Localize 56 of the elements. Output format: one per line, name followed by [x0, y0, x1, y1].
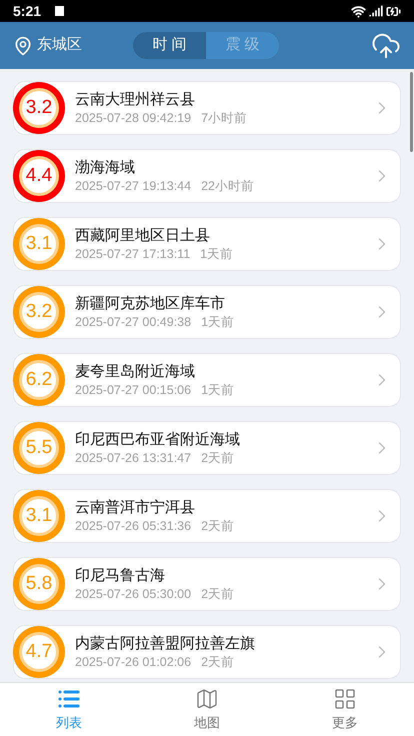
wifi-icon	[351, 4, 366, 18]
nav-tab[interactable]: 更多	[276, 683, 414, 736]
quake-time: 2025-07-26 13:31:47	[75, 450, 192, 466]
magnitude-value: 5.5	[26, 436, 52, 460]
quake-time: 2025-07-27 19:13:44	[75, 178, 192, 194]
magnitude-value: 4.7	[26, 640, 52, 664]
clock: 5:21	[13, 2, 42, 20]
quake-time: 2025-07-27 00:15:06	[75, 382, 192, 398]
map-icon	[195, 686, 219, 711]
time-ago: 1天前	[201, 314, 234, 330]
sort-tab[interactable]: 时 间	[133, 32, 206, 59]
magnitude-value: 3.2	[26, 300, 52, 324]
earthquake-card[interactable]: 6.2 麦夸里岛附近海域 2025-07-27 00:15:06 1天前	[13, 353, 401, 407]
grid-icon	[333, 686, 357, 711]
quake-time: 2025-07-26 01:02:06	[75, 654, 192, 670]
time-ago: 1天前	[200, 246, 234, 262]
quake-time: 2025-07-27 17:13:11	[75, 246, 190, 262]
place-name: 麦夸里岛附近海域	[75, 362, 196, 382]
magnitude-value: 3.2	[26, 96, 52, 120]
quake-time: 2025-07-28 09:42:19	[75, 110, 192, 126]
magnitude-value: 3.1	[26, 504, 52, 528]
earthquake-card[interactable]: 3.2 新疆阿克苏地区库车市 2025-07-27 00:49:38 1天前	[13, 285, 401, 339]
quake-time: 2025-07-26 05:31:36	[75, 518, 192, 534]
place-name: 西藏阿里地区日土县	[75, 226, 211, 246]
place-name: 印尼马鲁古海	[75, 566, 166, 586]
time-ago: 22小时前	[201, 178, 254, 194]
quake-time: 2025-07-27 00:49:38	[75, 314, 192, 330]
location-pin-icon	[13, 36, 33, 56]
earthquake-card[interactable]: 4.4 渤海海域 2025-07-27 19:13:44 22小时前	[13, 149, 401, 203]
time-ago: 2天前	[201, 654, 234, 670]
magnitude-value: 3.1	[26, 232, 52, 256]
place-name: 云南大理州祥云县	[75, 90, 196, 110]
magnitude-value: 6.2	[26, 368, 52, 392]
place-name: 渤海海域	[75, 158, 136, 178]
time-ago: 2天前	[201, 450, 234, 466]
signal-icon	[369, 4, 383, 18]
earthquake-card[interactable]: 4.7 内蒙古阿拉善盟阿拉善左旗 2025-07-26 01:02:06 2天前	[13, 625, 401, 679]
place-name: 云南普洱市宁洱县	[75, 498, 196, 518]
place-name: 内蒙古阿拉善盟阿拉善左旗	[75, 634, 255, 654]
time-ago: 7小时前	[201, 110, 248, 126]
location-button[interactable]: 东城区	[13, 34, 133, 57]
earthquake-card[interactable]: 3.1 云南普洱市宁洱县 2025-07-26 05:31:36 2天前	[13, 489, 401, 543]
time-ago: 2天前	[201, 586, 234, 602]
quake-time: 2025-07-26 05:30:00	[75, 586, 192, 602]
earthquake-card[interactable]: 5.8 印尼马鲁古海 2025-07-26 05:30:00 2天前	[13, 557, 401, 611]
magnitude-value: 5.8	[26, 572, 52, 596]
earthquake-card[interactable]: 5.5 印尼西巴布亚省附近海域 2025-07-26 13:31:47 2天前	[13, 421, 401, 475]
time-ago: 2天前	[201, 518, 234, 534]
place-name: 印尼西巴布亚省附近海域	[75, 430, 240, 450]
earthquake-card[interactable]: 3.2 云南大理州祥云县 2025-07-28 09:42:19 7小时前	[13, 81, 401, 135]
upload-cloud-icon[interactable]	[371, 30, 401, 60]
time-ago: 1天前	[201, 382, 234, 398]
place-name: 新疆阿克苏地区库车市	[75, 294, 226, 314]
earthquake-card[interactable]: 3.1 西藏阿里地区日土县 2025-07-27 17:13:11 1天前	[13, 217, 401, 271]
magnitude-value: 4.4	[26, 164, 52, 188]
nav-tab[interactable]: 地图	[138, 683, 276, 736]
